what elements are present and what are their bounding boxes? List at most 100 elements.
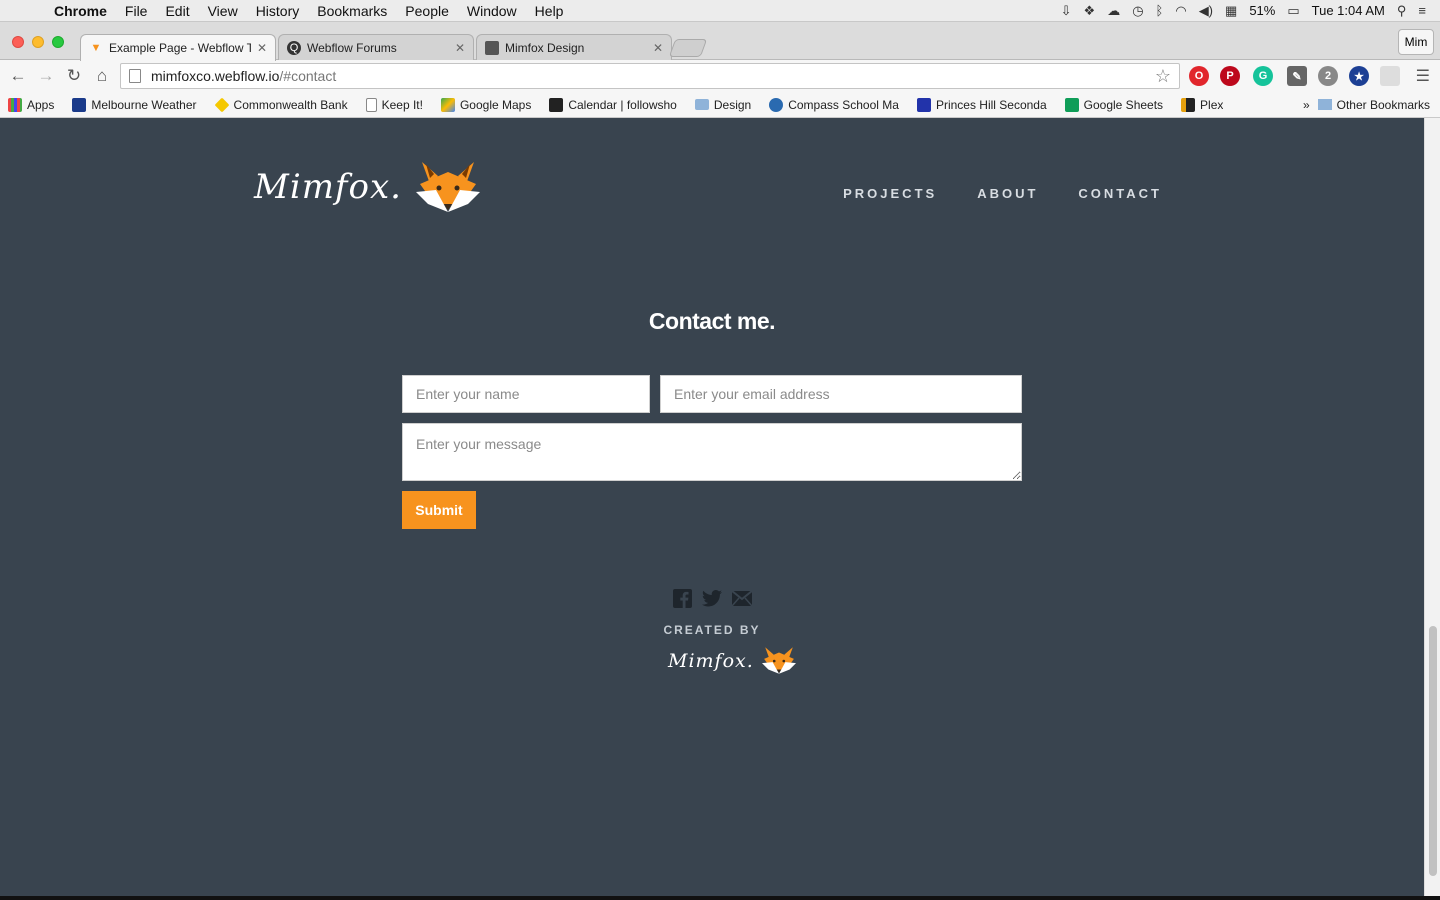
- submit-button[interactable]: Submit: [402, 491, 476, 529]
- page-info-icon[interactable]: [129, 69, 141, 83]
- menu-edit[interactable]: Edit: [156, 3, 198, 19]
- bookmark-google-maps[interactable]: Google Maps: [440, 97, 531, 112]
- spotlight-search-icon[interactable]: ⚲: [1397, 3, 1407, 19]
- flag-icon[interactable]: ▦: [1225, 3, 1237, 19]
- bookmark-apps[interactable]: Apps: [8, 97, 54, 112]
- menu-help[interactable]: Help: [526, 3, 573, 19]
- bookmark-label: Google Sheets: [1083, 97, 1164, 112]
- chrome-menu-icon[interactable]: ☰: [1416, 66, 1430, 86]
- other-bookmarks[interactable]: Other Bookmarks: [1317, 97, 1430, 112]
- notification-center-icon[interactable]: ≡: [1418, 3, 1426, 18]
- email-field[interactable]: [660, 375, 1022, 413]
- dropbox-icon[interactable]: ❖: [1084, 3, 1096, 19]
- bluetooth-icon[interactable]: ᛒ: [1156, 3, 1164, 18]
- eyedropper-extension-icon[interactable]: ✎: [1287, 66, 1307, 86]
- flag-extension-icon[interactable]: ★: [1349, 66, 1369, 86]
- volume-icon[interactable]: ◀): [1199, 3, 1213, 19]
- bookmark-commonwealth-bank[interactable]: Commonwealth Bank: [214, 97, 348, 112]
- download-icon[interactable]: ⇩: [1061, 3, 1072, 19]
- bookmark-label: Commonwealth Bank: [233, 97, 348, 112]
- bookmarks-bar: Apps Melbourne Weather Commonwealth Bank…: [0, 92, 1440, 118]
- apps-grid-icon: [8, 97, 22, 112]
- browser-toolbar: ← → ↻ ⌂ mimfoxco.webflow.io /#contact ☆ …: [0, 60, 1440, 92]
- bookmark-plex[interactable]: Plex: [1181, 97, 1223, 112]
- window-bottom-edge: [0, 896, 1440, 900]
- menu-people[interactable]: People: [396, 3, 458, 19]
- nav-contact[interactable]: CONTACT: [1078, 186, 1162, 201]
- opera-extension-icon[interactable]: O: [1189, 66, 1209, 86]
- menu-history[interactable]: History: [247, 3, 309, 19]
- bookmark-google-sheets[interactable]: Google Sheets: [1064, 97, 1164, 112]
- clock[interactable]: Tue 1:04 AM: [1312, 3, 1385, 18]
- grammarly-extension-icon[interactable]: G: [1253, 66, 1273, 86]
- battery-icon[interactable]: ▭: [1287, 3, 1299, 19]
- address-bar[interactable]: mimfoxco.webflow.io /#contact ☆: [120, 63, 1180, 89]
- tab-title: Webflow Forums: [307, 41, 397, 55]
- fox-logo-icon: [761, 647, 796, 674]
- page-title: Contact me.: [648, 308, 776, 334]
- url-host: mimfoxco.webflow.io: [151, 68, 280, 84]
- menu-view[interactable]: View: [199, 3, 247, 19]
- message-field[interactable]: [402, 423, 1022, 481]
- home-icon[interactable]: ⌂: [88, 66, 116, 86]
- bookmarks-overflow-button[interactable]: »: [1303, 98, 1310, 112]
- forward-arrow-icon[interactable]: →: [32, 66, 60, 86]
- nav-about[interactable]: ABOUT: [977, 186, 1038, 201]
- menu-window[interactable]: Window: [458, 3, 526, 19]
- bookmark-melbourne-weather[interactable]: Melbourne Weather: [72, 97, 197, 112]
- sheets-icon: [1064, 97, 1079, 112]
- profile-button[interactable]: Mim: [1398, 29, 1434, 55]
- extension-icon[interactable]: 2: [1318, 66, 1338, 86]
- back-arrow-icon[interactable]: ←: [4, 66, 32, 86]
- bookmark-label: Melbourne Weather: [91, 97, 197, 112]
- tab-webflow-forums[interactable]: Q Webflow Forums ✕: [278, 34, 474, 61]
- created-by-label: CREATED BY: [663, 623, 761, 637]
- name-field[interactable]: [402, 375, 650, 413]
- pinterest-extension-icon[interactable]: P: [1220, 66, 1240, 86]
- fox-favicon-icon: ▼: [90, 42, 102, 54]
- facebook-icon[interactable]: [672, 588, 692, 608]
- bookmark-design-folder[interactable]: Design: [694, 98, 751, 112]
- tab-example-page[interactable]: ▼ Example Page - Webflow T ✕: [80, 34, 276, 61]
- wifi-icon[interactable]: ◠: [1175, 3, 1186, 19]
- nav-projects[interactable]: PROJECTS: [843, 186, 937, 201]
- zoom-window-button[interactable]: [52, 36, 64, 48]
- footer-logo-text: Mimfox.: [668, 649, 754, 672]
- bookmark-calendar[interactable]: Calendar | followsho: [549, 97, 677, 112]
- bookmark-star-icon[interactable]: ☆: [1155, 66, 1171, 87]
- card-extension-icon[interactable]: [1380, 66, 1400, 86]
- scrollbar-thumb[interactable]: [1429, 626, 1437, 876]
- calendar-icon: [549, 97, 564, 112]
- tab-mimfox-design[interactable]: Mimfox Design ✕: [476, 34, 672, 61]
- bookmark-princes-hill[interactable]: Princes Hill Seconda: [916, 97, 1047, 112]
- bookmark-compass-school[interactable]: Compass School Ma: [769, 97, 899, 112]
- time-machine-icon[interactable]: ◷: [1132, 3, 1143, 19]
- twitter-icon[interactable]: [702, 588, 722, 608]
- close-tab-icon[interactable]: ✕: [653, 41, 663, 55]
- plex-icon: [1181, 97, 1196, 112]
- reload-icon[interactable]: ↻: [60, 66, 88, 86]
- minimize-window-button[interactable]: [32, 36, 44, 48]
- close-tab-icon[interactable]: ✕: [455, 41, 465, 55]
- menu-bookmarks[interactable]: Bookmarks: [308, 3, 396, 19]
- new-tab-button[interactable]: [668, 39, 708, 57]
- page-icon: [365, 97, 377, 112]
- site-logo[interactable]: Mimfox.: [254, 160, 480, 214]
- footer-logo[interactable]: Mimfox.: [668, 646, 796, 675]
- page-scrollbar[interactable]: [1424, 118, 1440, 896]
- battery-percent[interactable]: 51%: [1249, 3, 1275, 18]
- close-tab-icon[interactable]: ✕: [257, 41, 267, 55]
- school-icon: [916, 97, 931, 112]
- email-icon[interactable]: [732, 588, 752, 608]
- bookmark-keep-it[interactable]: Keep It!: [365, 97, 423, 112]
- menu-app-name[interactable]: Chrome: [54, 3, 116, 19]
- bookmark-label: Princes Hill Seconda: [935, 97, 1047, 112]
- close-window-button[interactable]: [12, 36, 24, 48]
- other-bookmarks-label: Other Bookmarks: [1336, 97, 1430, 112]
- url-path: /#contact: [279, 68, 337, 84]
- main-nav: PROJECTS ABOUT CONTACT: [843, 186, 1162, 201]
- bookmark-label: Keep It!: [381, 97, 423, 112]
- menu-file[interactable]: File: [116, 3, 157, 19]
- cloud-icon[interactable]: ☁: [1107, 3, 1120, 19]
- bookmark-label: Compass School Ma: [788, 97, 899, 112]
